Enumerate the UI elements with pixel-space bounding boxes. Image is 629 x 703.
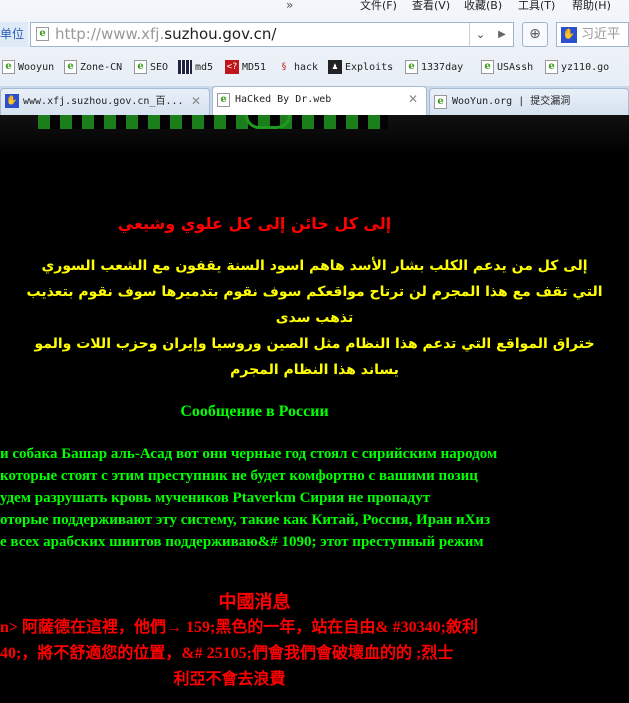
arabic-line: يساند هذا النظام المجرم [230,362,399,378]
favorite-label: Wooyun [18,61,55,73]
favorites-bar: e Wooyun e Zone-CN e SEO md5 <? MD51 § hack ♟… [0,57,629,79]
chevron-more-icon[interactable]: » [286,0,293,12]
favorite-label: hack [294,61,319,73]
ie-page-icon: e [405,60,418,74]
arabic-line: تذهب سدى [275,310,354,326]
location-label: 单位 [0,27,25,41]
ie-page-icon: e [134,60,147,74]
favorite-md51[interactable]: <? MD51 [225,60,266,74]
favorite-usassh[interactable]: e USAssh [481,60,533,74]
arabic-heading: إلى كل خائن إلى كل علوي وشيعي [117,214,392,233]
go-arrow-icon[interactable]: ▶ [491,23,513,46]
red-badge-icon: <? [225,60,239,74]
baidu-paw-icon: ✋ [561,27,577,43]
menu-file[interactable]: 文件(F) [360,0,397,13]
arabic-line: إلى كل من يدعم الكلب بشار الأسد هاهم اسو… [41,258,588,274]
favorite-label: USAssh [497,61,534,73]
russian-line: удем разрушать кровь мучеников Ptaverkm … [0,490,431,506]
russian-line: оторые поддерживают эту систему, такие к… [0,512,491,528]
tab-label: WooYun.org | 提交漏洞 [452,96,571,107]
favorite-label: MD51 [242,61,267,73]
page-icon: e [36,27,49,41]
url-domain: suzhou.gov.cn/ [164,25,277,43]
russian-line: е всех арабских шиитов поддерживаю&# 109… [0,534,484,550]
browser-chrome: » 文件(F) 查看(V) 收藏(B) 工具(T) 帮助(H) 单位 e htt… [0,0,629,115]
menu-view[interactable]: 查看(V) [412,0,450,13]
menu-bar: » 文件(F) 查看(V) 收藏(B) 工具(T) 帮助(H) [0,0,629,17]
url-prefix: http://www.xfj. [55,25,165,43]
chinese-line: n> 阿薩德在這裡，他們→ 159;黑色的一年，站在自由& #30340;敘利 [0,619,479,636]
favorite-md5[interactable]: md5 [178,60,213,74]
russian-heading: Сообщение в России [180,403,329,420]
tab-label: www.xfj.suzhou.gov.cn_百... [23,96,184,107]
ie-page-icon: e [434,95,447,109]
favorite-label: 1337day [421,61,464,73]
address-row: 单位 e http://www.xfj.suzhou.gov.cn/ ⌄ ▶ ⊕… [0,21,629,49]
ie-page-icon: e [2,60,15,74]
url-input[interactable]: e http://www.xfj.suzhou.gov.cn/ ⌄ ▶ [30,22,514,47]
menu-tools[interactable]: 工具(T) [518,0,555,13]
ie-page-icon: e [217,93,230,107]
favorite-label: md5 [195,61,214,73]
search-placeholder: 习近平 [581,27,621,42]
favorite-label: Exploits [345,61,394,73]
favorite-exploits[interactable]: ♟ Exploits [328,60,393,74]
figure-icon: ♟ [328,60,342,74]
russian-line: которые стоят с этим преступник не будет… [0,468,478,484]
russian-line: и собака Башар аль-Асад вот они черные г… [0,446,498,462]
tab-wooyun[interactable]: e WooYun.org | 提交漏洞 [429,88,629,115]
chinese-line: 40;，將不舒適您的位置，&# 25105;們會我們會破壞血的的 ;烈士 [0,645,454,662]
favorite-zone-cn[interactable]: e Zone-CN [64,60,122,74]
close-icon[interactable]: ✕ [408,87,418,112]
arabic-line: التي تقف مع هذا المجرم لن ترتاح مواقعكم … [26,284,603,300]
ie-page-icon: e [481,60,494,74]
ie-page-icon: e [64,60,77,74]
favorite-label: yz110.go [561,61,610,73]
favorite-wooyun[interactable]: e Wooyun [2,60,54,74]
tab-hacked[interactable]: e HaCked By Dr.web ✕ [212,86,427,115]
search-input[interactable]: ✋ 习近平 [556,22,629,47]
hacker-banner-image [0,115,629,155]
close-icon[interactable]: ✕ [191,89,201,114]
defacement-content: إلى كل خائن إلى كل علوي وشيعي إلى كل من … [0,155,629,703]
favorite-1337day[interactable]: e 1337day [405,60,463,74]
chinese-line: 利亞不會去浪費 [173,671,286,688]
arabic-line: ختراق المواقع التي تدعم هذا النظام مثل ا… [34,336,595,352]
tab-label: HaCked By Dr.web [235,94,332,105]
menu-help[interactable]: 帮助(H) [572,0,611,13]
dragon-icon: § [281,62,287,72]
chevron-down-icon[interactable]: ⌄ [469,23,491,46]
tab-bar: ✋ www.xfj.suzhou.gov.cn_百... ✕ e HaCked By … [0,86,629,115]
baidu-paw-icon: ✋ [5,94,19,108]
favorite-label: Zone-CN [80,61,123,73]
favorite-hack[interactable]: § hack [277,60,318,74]
grid-icon [178,60,192,74]
ie-page-icon: e [545,60,558,74]
favorite-label: SEO [150,61,169,73]
favorite-yz110[interactable]: e yz110.go [545,60,609,74]
shield-button[interactable]: ⊕ [522,22,548,47]
menu-favorites[interactable]: 收藏(B) [464,0,502,13]
tab-baidu[interactable]: ✋ www.xfj.suzhou.gov.cn_百... ✕ [0,88,210,115]
chinese-heading: 中國消息 [218,592,291,612]
favorite-seo[interactable]: e SEO [134,60,168,74]
location-button[interactable]: 单位 [0,22,28,47]
